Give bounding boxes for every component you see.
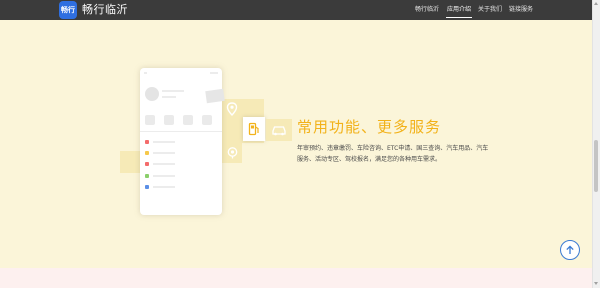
status-bar-mark [144, 72, 147, 74]
list-dot [145, 162, 149, 166]
location-pin-icon [224, 100, 240, 118]
grid-tile [183, 115, 193, 125]
scrollbar-thumb[interactable] [594, 140, 598, 192]
nav-item-home[interactable]: 畅行临沂 [414, 0, 440, 20]
list-dot [145, 174, 149, 178]
logo-text: 畅行 [61, 6, 75, 14]
feature-description: 年审预约、违章缴罚、车险咨询、ETC申请、国三查询、汽车用品、汽车服务、活动专区… [297, 145, 489, 163]
card-illustration [205, 88, 225, 104]
placeholder-line [162, 96, 176, 98]
next-section-band [0, 268, 592, 288]
placeholder-line [153, 152, 175, 154]
car-icon [266, 119, 292, 141]
app-logo[interactable]: 畅行 [59, 1, 77, 19]
grid-tile [164, 115, 174, 125]
list-dot [145, 151, 149, 155]
grid-tile [145, 115, 155, 125]
phone-illustration [140, 68, 225, 215]
nav-item-about-us[interactable]: 关于我们 [477, 0, 503, 20]
status-bar-mark [210, 72, 218, 74]
fuel-pump-icon [243, 117, 265, 141]
list-dot [145, 185, 149, 189]
nav-item-app-intro[interactable]: 应用介绍 [446, 0, 472, 20]
grid-tile [202, 115, 212, 125]
scroll-up-icon[interactable] [594, 2, 598, 5]
list-dot [145, 140, 149, 144]
placeholder-line [153, 163, 175, 165]
nav-item-link-services[interactable]: 链接服务 [508, 0, 534, 20]
top-nav-bar: 畅行 畅行临沂 畅行临沂 应用介绍 关于我们 链接服务 [0, 0, 592, 20]
placeholder-line [153, 175, 175, 177]
location-target-icon [224, 144, 240, 161]
feature-title: 常用功能、更多服务 [297, 118, 442, 136]
back-to-top-button[interactable] [560, 240, 580, 260]
deco-square [120, 151, 142, 173]
placeholder-line [153, 186, 175, 188]
placeholder-line [162, 90, 184, 92]
scroll-down-icon[interactable] [594, 282, 598, 285]
divider [140, 131, 222, 132]
avatar [145, 87, 159, 101]
main-section [0, 20, 592, 268]
placeholder-line [153, 141, 175, 143]
brand-name[interactable]: 畅行临沂 [82, 2, 128, 18]
back-to-top-icon [566, 245, 574, 254]
